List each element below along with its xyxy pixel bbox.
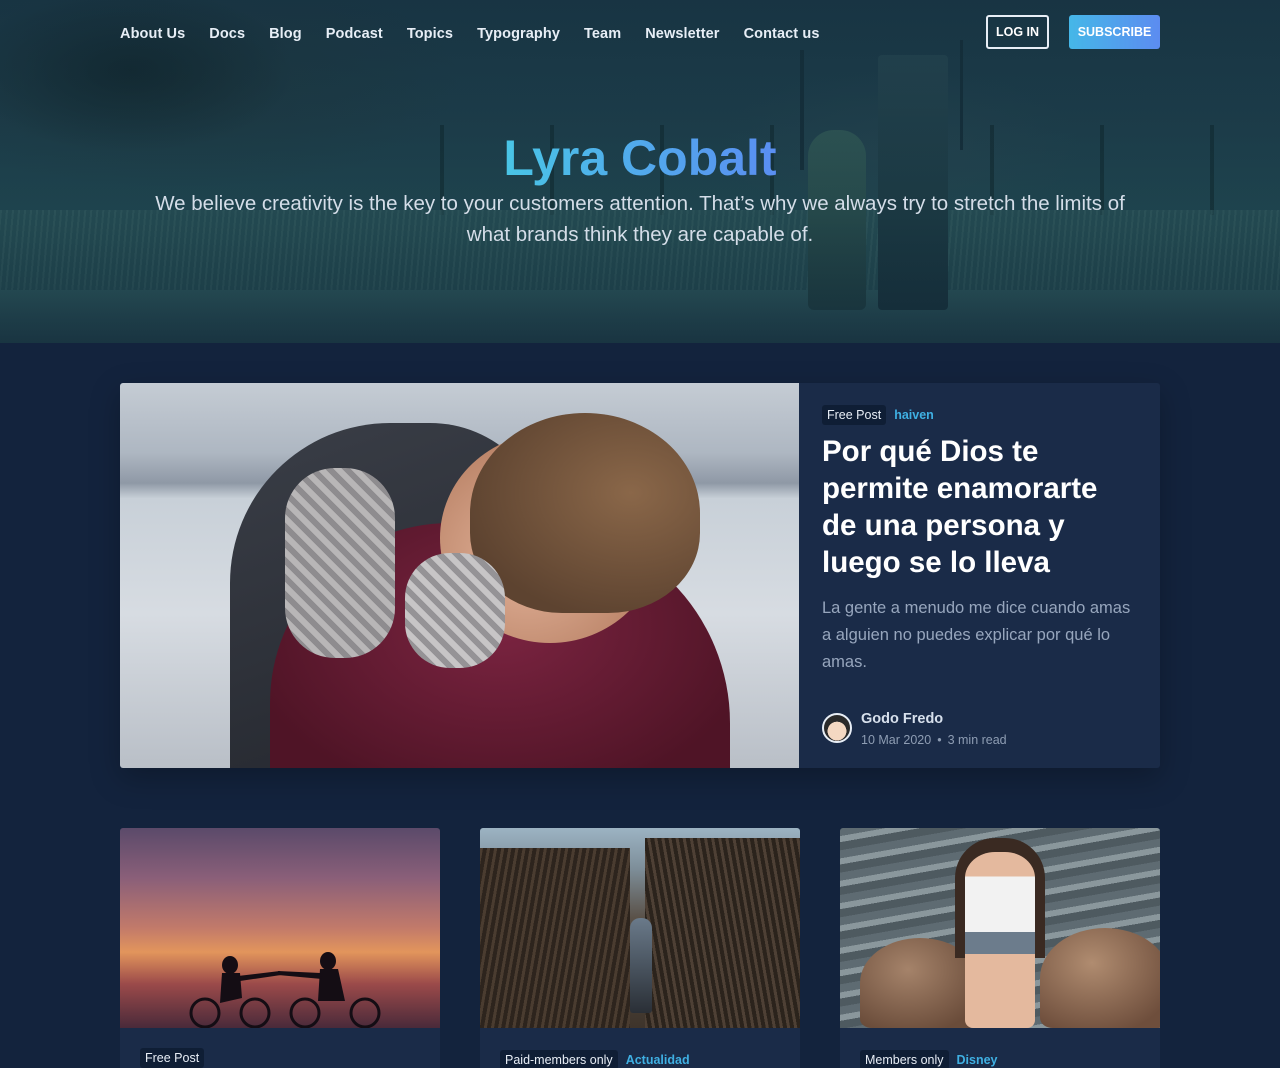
- post-access-badge: Paid-members only: [500, 1050, 618, 1068]
- post-card-tags: Members only Disney: [860, 1050, 998, 1068]
- featured-tag-row: Free Post haiven: [822, 405, 1138, 425]
- nav-link-podcast[interactable]: Podcast: [326, 25, 383, 43]
- post-category-link[interactable]: Disney: [957, 1053, 998, 1067]
- post-card-tags: Free Post: [140, 1048, 205, 1068]
- nav-link-docs[interactable]: Docs: [209, 25, 245, 43]
- featured-post-title[interactable]: Por qué Dios te permite enamorarte de un…: [822, 433, 1138, 581]
- site-title-text: Lyra Cobalt: [503, 130, 777, 186]
- site-description: We believe creativity is the key to your…: [155, 192, 1125, 246]
- nav-link-about-us[interactable]: About Us: [120, 25, 185, 43]
- featured-post-body: Free Post haiven Por qué Dios te permite…: [799, 383, 1160, 768]
- meta-separator: •: [937, 733, 942, 747]
- hero-banner: About Us Docs Blog Podcast Topics Typogr…: [0, 0, 1280, 343]
- nav-link-blog[interactable]: Blog: [269, 25, 302, 43]
- subscribe-button[interactable]: SUBSCRIBE: [1069, 15, 1160, 49]
- image-braids: [955, 838, 1045, 958]
- author-avatar[interactable]: [822, 713, 852, 743]
- author-name[interactable]: Godo Fredo: [861, 711, 1007, 728]
- post-read-time: 3 min read: [947, 733, 1007, 747]
- image-reeds: [480, 848, 630, 1028]
- nav-link-topics[interactable]: Topics: [407, 25, 453, 43]
- site-title: Lyra Cobalt: [0, 128, 1280, 188]
- post-category-link[interactable]: Actualidad: [626, 1053, 690, 1067]
- post-card-tags: Paid-members only Actualidad: [500, 1050, 690, 1068]
- image-reeds: [645, 838, 800, 1028]
- image-mitten: [285, 468, 395, 658]
- post-access-badge: Members only: [860, 1050, 949, 1068]
- post-card-image[interactable]: [480, 828, 800, 1028]
- post-card-image[interactable]: [120, 828, 440, 1028]
- featured-post-image[interactable]: [120, 383, 799, 768]
- post-access-badge: Free Post: [140, 1048, 205, 1068]
- post-meta: 10 Mar 2020 • 3 min read: [861, 731, 1007, 749]
- image-hair: [470, 413, 700, 613]
- nav-link-team[interactable]: Team: [584, 25, 621, 43]
- post-access-badge: Free Post: [822, 405, 887, 425]
- post-card-image[interactable]: [840, 828, 1160, 1028]
- post-category-link[interactable]: haiven: [894, 408, 934, 422]
- image-rock: [1040, 928, 1160, 1028]
- post-card[interactable]: Paid-members only Actualidad: [480, 828, 800, 1068]
- nav-link-newsletter[interactable]: Newsletter: [645, 25, 719, 43]
- main-nav: About Us Docs Blog Podcast Topics Typogr…: [120, 25, 843, 43]
- image-person: [630, 918, 652, 1013]
- login-button[interactable]: LOG IN: [986, 15, 1049, 49]
- post-card[interactable]: Members only Disney: [840, 828, 1160, 1068]
- image-mitten: [405, 553, 505, 668]
- cyclists-silhouette: [189, 952, 381, 1028]
- post-date: 10 Mar 2020: [861, 733, 932, 747]
- post-author: Godo Fredo 10 Mar 2020 • 3 min read: [822, 711, 1007, 749]
- featured-post-card[interactable]: Free Post haiven Por qué Dios te permite…: [120, 383, 1160, 768]
- nav-link-typography[interactable]: Typography: [477, 25, 560, 43]
- featured-post-excerpt: La gente a menudo me dice cuando amas a …: [822, 599, 1131, 671]
- post-card[interactable]: Free Post: [120, 828, 440, 1068]
- nav-link-contact-us[interactable]: Contact us: [744, 25, 820, 43]
